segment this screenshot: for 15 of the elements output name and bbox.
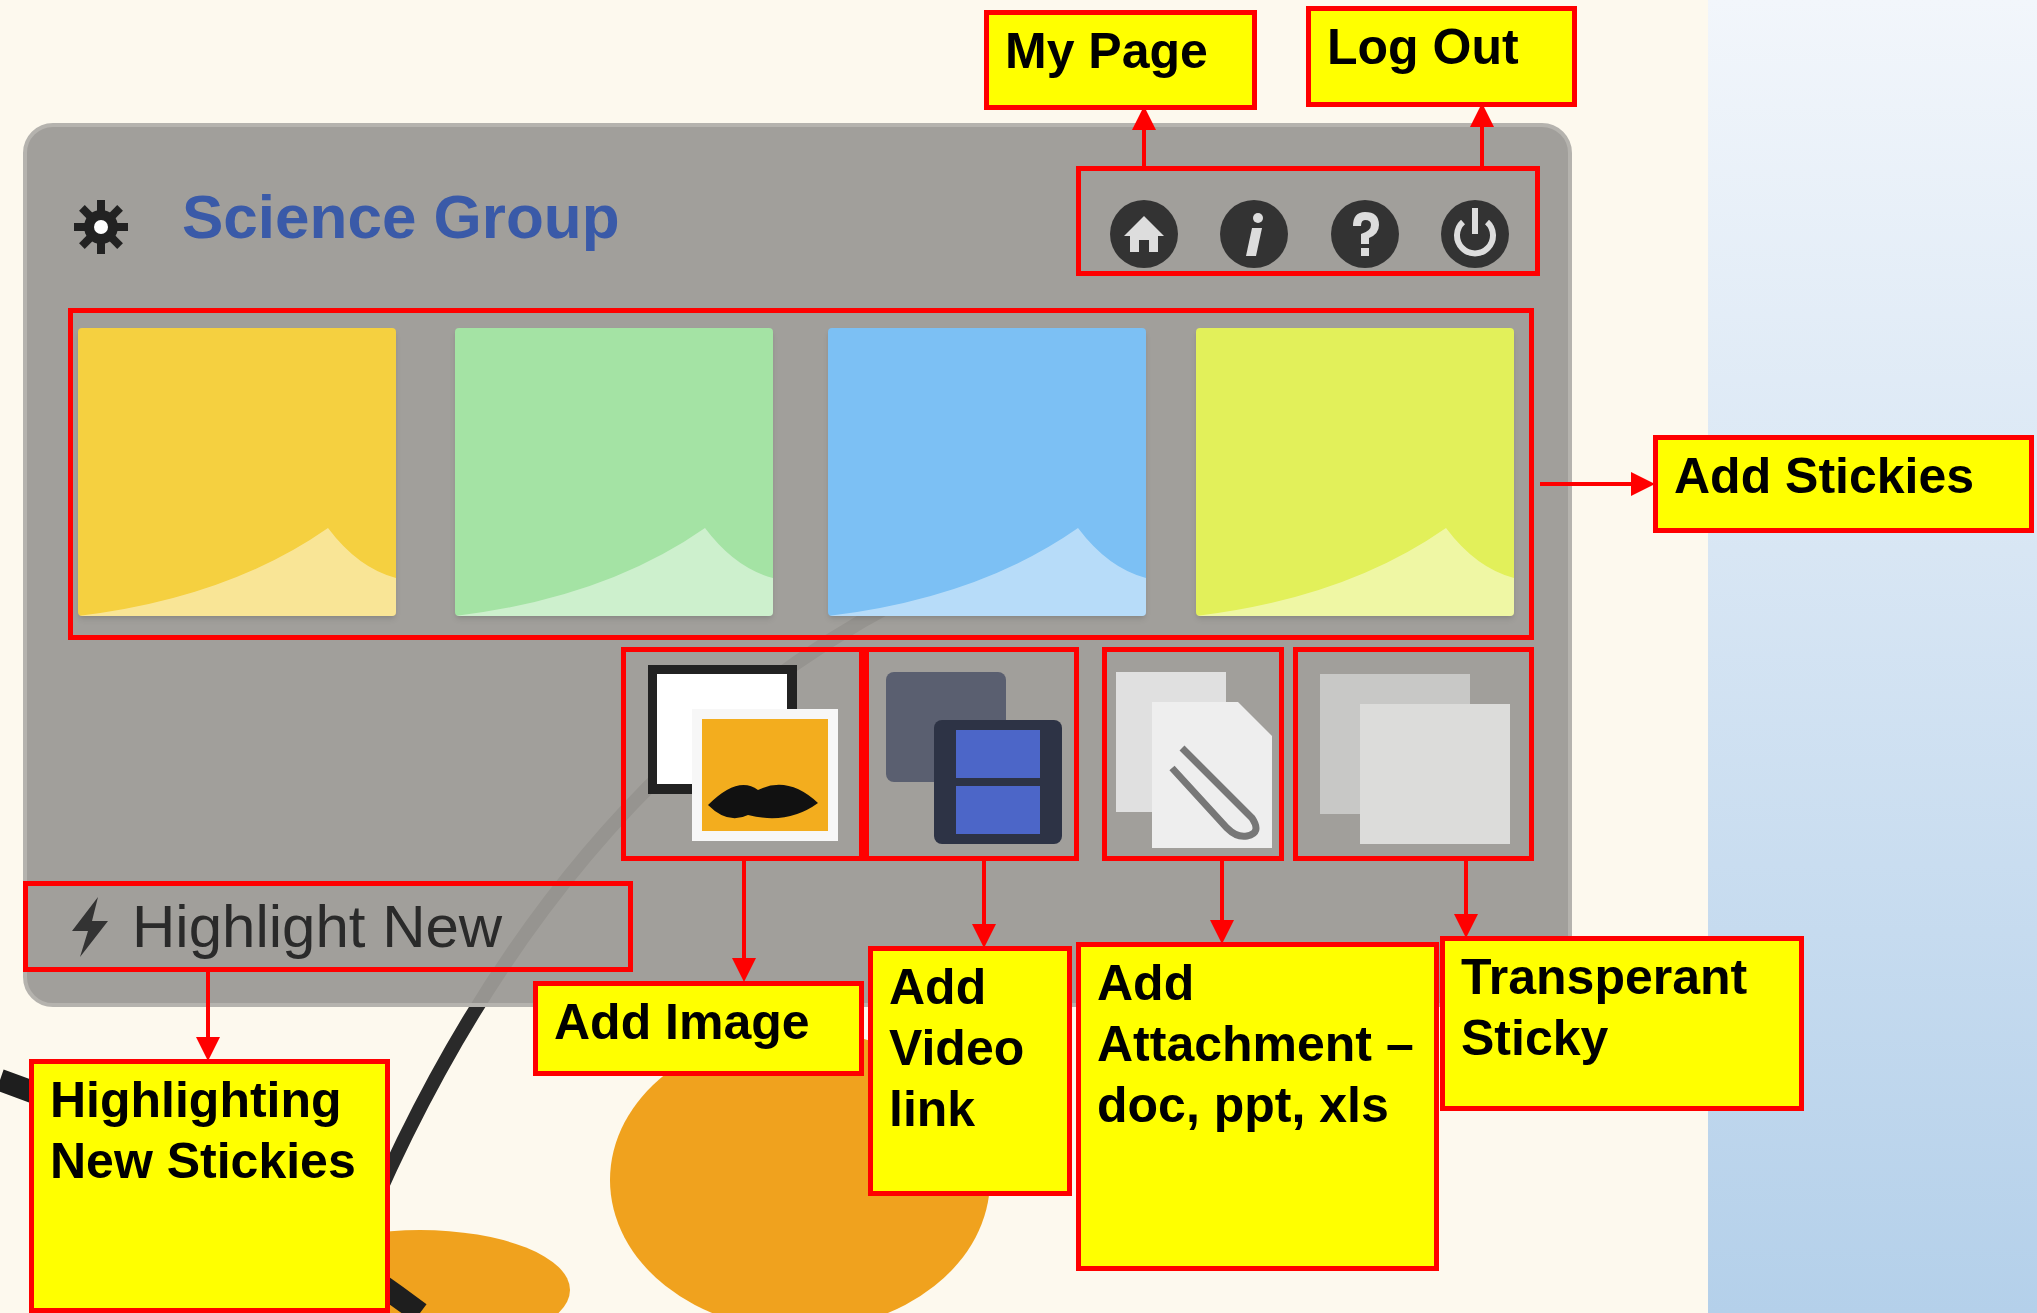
callout-label: Transperant Sticky	[1440, 936, 1804, 1111]
power-icon[interactable]	[1439, 198, 1511, 270]
callout-label: Log Out	[1306, 6, 1577, 107]
callout-label: Add Stickies	[1653, 435, 2034, 533]
callout-label: Add Image	[533, 981, 864, 1076]
help-icon[interactable]	[1329, 198, 1401, 270]
callout-label: Add Attachment – doc, ppt, xls	[1076, 942, 1439, 1271]
info-icon[interactable]	[1218, 198, 1290, 270]
callout-label: My Page	[984, 10, 1257, 110]
film-strip-icon[interactable]	[884, 670, 1064, 846]
home-icon[interactable]	[1108, 198, 1180, 270]
callout-label: Highlighting New Stickies	[29, 1059, 390, 1313]
gear-icon	[72, 198, 130, 256]
callout-label: Add Video link	[868, 946, 1072, 1196]
highlight-new-button[interactable]: Highlight New	[23, 881, 633, 972]
